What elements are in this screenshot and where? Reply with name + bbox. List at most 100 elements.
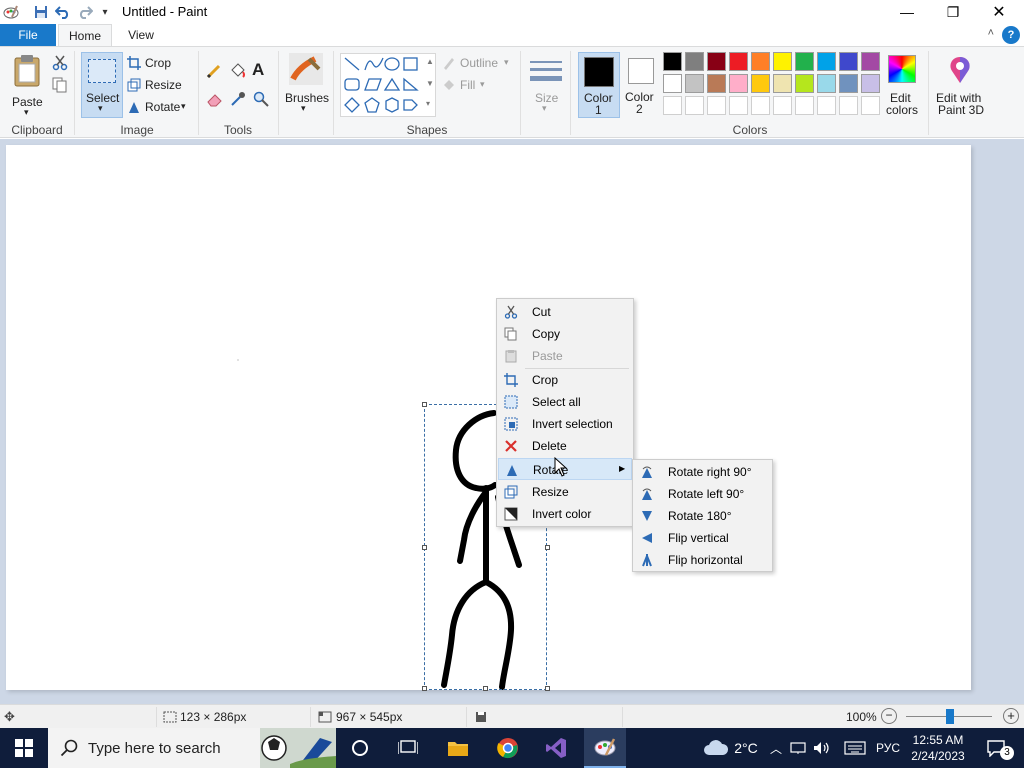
shapes-scroll-down-icon[interactable]: ▼ (426, 79, 434, 88)
menu-item-rotate-left-90[interactable]: Rotate left 90° (634, 483, 771, 505)
paint-app-icon[interactable] (2, 3, 20, 21)
minimize-button[interactable]: — (884, 0, 930, 24)
palette-swatch[interactable] (685, 74, 704, 93)
weather-temperature[interactable]: 2°C (732, 728, 760, 768)
palette-swatch[interactable] (795, 74, 814, 93)
undo-icon[interactable] (54, 3, 72, 21)
palette-swatch[interactable] (729, 74, 748, 93)
magnifier-icon[interactable] (253, 91, 269, 107)
palette-swatch[interactable] (817, 52, 836, 71)
size-button[interactable]: Size ▾ (526, 53, 566, 119)
selection-handle[interactable] (545, 686, 550, 691)
crop-button[interactable]: Crop (127, 55, 189, 73)
menu-item-cut[interactable]: Cut (498, 301, 632, 323)
save-icon[interactable] (32, 3, 50, 21)
weather-cloud-icon[interactable] (700, 728, 732, 768)
chrome-icon[interactable] (488, 728, 528, 768)
close-button[interactable]: ✕ (976, 0, 1022, 24)
rotate-button[interactable]: Rotate ▾ (127, 99, 193, 117)
palette-swatch[interactable] (751, 96, 770, 115)
palette-swatch[interactable] (751, 52, 770, 71)
task-view-icon[interactable] (388, 728, 428, 768)
selection-handle[interactable] (422, 545, 427, 550)
color1-button[interactable]: Color 1 (578, 52, 620, 118)
tab-home[interactable]: Home (58, 24, 112, 47)
collapse-ribbon-icon[interactable]: ˄ (988, 27, 994, 39)
zoom-in-button[interactable]: + (1003, 708, 1019, 724)
palette-swatch[interactable] (795, 52, 814, 71)
paint-taskbar-icon[interactable] (584, 728, 626, 768)
menu-item-invert-selection[interactable]: Invert selection (498, 413, 632, 435)
palette-swatch[interactable] (707, 96, 726, 115)
palette-swatch[interactable] (751, 74, 770, 93)
menu-item-resize[interactable]: Resize (498, 481, 632, 503)
palette-swatch[interactable] (773, 52, 792, 71)
selection-handle[interactable] (545, 545, 550, 550)
help-icon[interactable]: ? (1002, 26, 1020, 44)
outline-button[interactable]: Outline ▾ (442, 55, 516, 73)
start-button[interactable] (0, 728, 48, 768)
customize-quick-access-icon[interactable]: ▾ (96, 3, 114, 21)
palette-swatch[interactable] (663, 96, 682, 115)
palette-swatch[interactable] (839, 74, 858, 93)
taskbar-search-box[interactable]: Type here to search (48, 728, 336, 768)
color-picker-icon[interactable] (230, 91, 246, 107)
palette-swatch[interactable] (685, 52, 704, 71)
network-icon[interactable] (788, 728, 808, 768)
palette-swatch[interactable] (839, 96, 858, 115)
palette-swatch[interactable] (707, 74, 726, 93)
palette-swatch[interactable] (861, 52, 880, 71)
palette-swatch[interactable] (839, 52, 858, 71)
tab-view[interactable]: View (118, 24, 164, 46)
cortana-icon[interactable] (340, 728, 380, 768)
palette-swatch[interactable] (817, 74, 836, 93)
edit-with-paint3d-button[interactable]: Edit with Paint 3D (934, 53, 990, 119)
volume-icon[interactable] (810, 728, 834, 768)
tab-file[interactable]: File (0, 24, 56, 46)
menu-item-delete[interactable]: Delete (498, 435, 632, 457)
cut-icon[interactable] (52, 55, 68, 71)
palette-swatch[interactable] (663, 52, 682, 71)
menu-item-flip-horizontal[interactable]: Flip horizontal (634, 549, 771, 571)
palette-swatch[interactable] (773, 96, 792, 115)
palette-swatch[interactable] (729, 52, 748, 71)
drawing-canvas[interactable] (6, 145, 971, 691)
menu-item-rotate-right-90[interactable]: Rotate right 90° (634, 461, 771, 483)
clock[interactable]: 12:55 AM 2/24/2023 (906, 730, 970, 766)
selection-handle[interactable] (422, 402, 427, 407)
palette-swatch[interactable] (861, 74, 880, 93)
menu-item-select-all[interactable]: Select all (498, 391, 632, 413)
file-explorer-icon[interactable] (438, 728, 478, 768)
shapes-scroll-up-icon[interactable]: ▲ (426, 57, 434, 66)
menu-item-invert-color[interactable]: Invert color (498, 503, 632, 525)
shapes-gallery[interactable] (340, 53, 436, 117)
visual-studio-icon[interactable] (536, 728, 576, 768)
redo-icon[interactable] (76, 3, 94, 21)
resize-button[interactable]: Resize (127, 77, 189, 95)
notification-center-icon[interactable]: 3 (976, 728, 1016, 768)
maximize-button[interactable]: ❐ (930, 0, 976, 24)
selection-handle[interactable] (483, 686, 488, 691)
zoom-out-button[interactable]: − (881, 708, 897, 724)
eraser-icon[interactable] (206, 91, 224, 107)
palette-swatch[interactable] (685, 96, 704, 115)
palette-swatch[interactable] (773, 74, 792, 93)
menu-item-crop[interactable]: Crop (498, 369, 632, 391)
palette-swatch[interactable] (729, 96, 748, 115)
zoom-slider-thumb[interactable] (946, 709, 954, 724)
color2-button[interactable]: Color 2 (622, 52, 660, 118)
text-tool-icon[interactable]: A (252, 60, 270, 80)
edit-colors-button[interactable]: Edit colors (882, 53, 924, 119)
copy-icon[interactable] (52, 77, 68, 93)
palette-swatch[interactable] (795, 96, 814, 115)
pencil-icon[interactable] (206, 63, 222, 79)
selection-handle[interactable] (422, 686, 427, 691)
palette-swatch[interactable] (817, 96, 836, 115)
brushes-button[interactable]: Brushes ▾ (283, 53, 329, 119)
menu-item-copy[interactable]: Copy (498, 323, 632, 345)
menu-item-rotate-180[interactable]: Rotate 180° (634, 505, 771, 527)
menu-item-flip-vertical[interactable]: Flip vertical (634, 527, 771, 549)
shapes-expand-icon[interactable]: ▾ (426, 99, 430, 108)
language-indicator[interactable]: РУС (872, 728, 904, 768)
fill-bucket-icon[interactable] (229, 63, 247, 79)
